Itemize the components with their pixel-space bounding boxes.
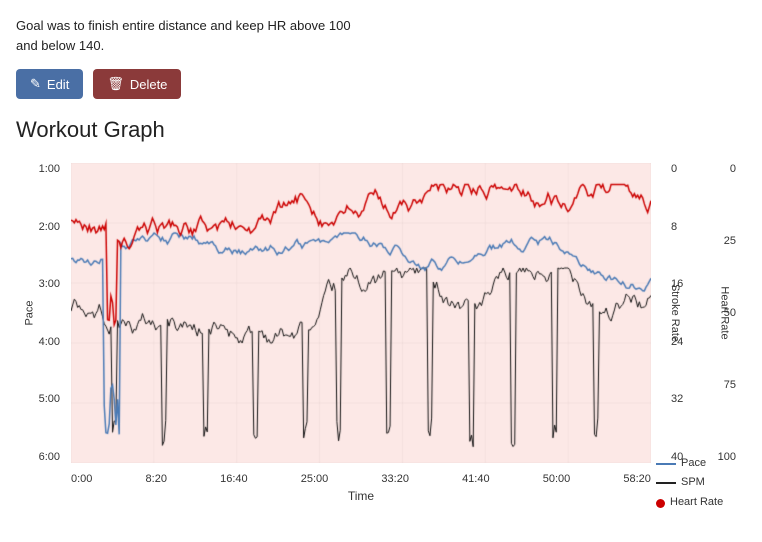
edit-button[interactable]: ✎ Edit	[16, 69, 83, 99]
delete-button[interactable]: 🗑 Delete	[93, 69, 181, 99]
stroke-rate-axis-label: Stroke Rate	[669, 163, 681, 463]
trash-icon: 🗑	[107, 76, 124, 92]
legend-hr: Heart Rate	[656, 493, 736, 513]
legend-pace: Pace	[656, 454, 736, 474]
chart-canvas	[71, 163, 651, 463]
edit-icon: ✎	[30, 76, 41, 92]
heart-rate-axis-label: Heart Rate	[719, 163, 731, 463]
hr-legend-icon	[656, 499, 665, 508]
chart-area	[71, 163, 651, 463]
legend-spm: SPM	[656, 473, 736, 493]
y-axis-left: 6:00 5:00 4:00 3:00 2:00 1:00	[16, 163, 66, 463]
pace-legend-icon	[656, 463, 676, 465]
section-title: Workout Graph	[16, 117, 746, 143]
spm-legend-icon	[656, 482, 676, 484]
chart-legend: Pace SPM Heart Rate	[656, 454, 736, 513]
x-axis-label: Time	[71, 489, 651, 503]
workout-chart: Pace 6:00 5:00 4:00 3:00 2:00 1:00 40 32…	[16, 153, 736, 513]
x-axis: 0:00 8:20 16:40 25:00 33:20 41:40 50:00 …	[71, 473, 651, 485]
goal-text: Goal was to finish entire distance and k…	[16, 16, 716, 55]
